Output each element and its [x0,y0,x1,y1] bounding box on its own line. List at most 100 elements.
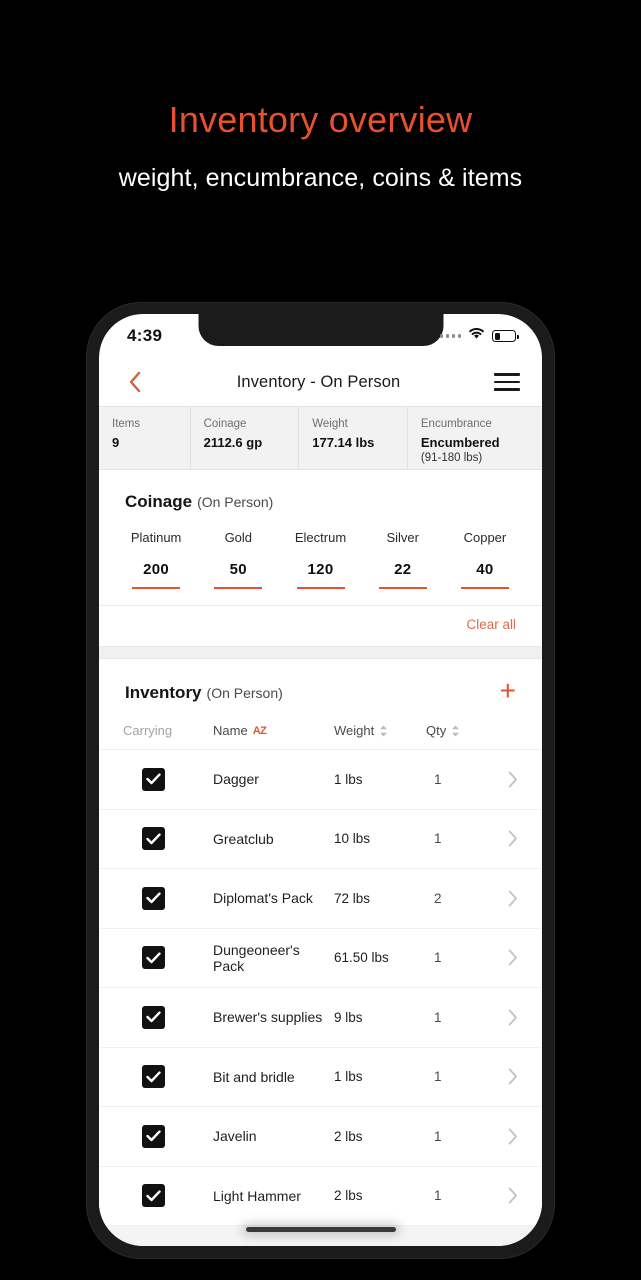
chevron-right-icon[interactable] [492,1187,518,1204]
inventory-scope: (On Person) [206,685,283,702]
sort-az-icon: AZ [252,724,267,737]
inventory-table: Dagger 1 lbs 1 Greatclub 10 lbs 1 Diplomat's P… [99,750,542,1227]
checkbox-checked-icon[interactable] [142,886,165,910]
item-qty: 1 [434,1188,442,1204]
item-name: Dagger [213,771,259,788]
item-weight: 2 lbs [334,1188,363,1204]
table-row[interactable]: Bit and bridle 1 lbs 1 [99,1047,542,1108]
item-name: Dungeoneer's Pack [213,941,300,974]
item-weight: 9 lbs [334,1009,363,1025]
column-header-name[interactable]: Name AZ [213,723,334,738]
chevron-right-icon[interactable] [492,1128,518,1145]
carrying-cell [123,827,213,851]
hamburger-menu-icon[interactable] [486,373,520,391]
chevron-left-icon[interactable] [117,365,151,399]
item-weight: 10 lbs [334,831,371,847]
input-underline [296,587,345,590]
inventory-header: Inventory (On Person) + [99,659,542,705]
column-header-carrying[interactable]: Carrying [123,723,213,738]
column-header-qty[interactable]: Qty [426,723,492,738]
input-underline [460,587,509,590]
item-name: Light Hammer [213,1187,301,1204]
battery-low-icon [492,330,519,342]
chevron-right-icon[interactable] [492,830,518,847]
carrying-cell [123,946,213,970]
table-row[interactable]: Dungeoneer's Pack 61.50 lbs 1 [99,928,542,989]
checkbox-checked-icon[interactable] [142,767,165,791]
coin-value: 120 [307,561,334,578]
chevron-right-icon[interactable] [492,1068,518,1085]
item-qty: 1 [434,771,442,787]
clear-all-button[interactable]: Clear all [466,617,516,632]
coin-value: 200 [143,561,170,578]
phone-screen: 4:39 Inventory - On Person Items 9 Coina… [99,314,542,1246]
coin-input-gold[interactable]: 50 [197,561,279,590]
promo-banner: Inventory overview weight, encumbrance, … [0,0,641,193]
summary-value: 177.14 lbs [312,434,375,450]
plus-icon[interactable]: + [500,677,516,705]
carrying-cell [123,886,213,910]
coin-header-gold: Gold [224,530,253,545]
coin-input-copper[interactable]: 40 [444,561,526,590]
item-weight: 2 lbs [334,1128,363,1144]
sort-updown-icon [379,725,388,737]
item-name: Bit and bridle [213,1068,295,1085]
checkbox-checked-icon[interactable] [142,827,165,851]
table-row[interactable]: Light Hammer 2 lbs 1 [99,1166,542,1227]
inventory-card: Inventory (On Person) + Carrying Name AZ… [99,659,542,1227]
content-scroll-area[interactable]: Coinage (On Person) Platinum Gold Electr… [99,470,542,1246]
table-row[interactable]: Diplomat's Pack 72 lbs 2 [99,869,542,929]
item-qty: 1 [434,831,442,847]
checkbox-checked-icon[interactable] [142,1124,165,1148]
coin-value: 50 [229,561,247,578]
coinage-title: Coinage [125,492,193,511]
summary-stats-bar: Items 9 Coinage 2112.6 gp Weight 177.14 … [99,406,542,470]
clear-all-row: Clear all [99,606,542,646]
carrying-cell [123,1124,213,1148]
coin-header-electrum: Electrum [294,530,347,545]
chevron-right-icon[interactable] [492,949,518,966]
page-title: Inventory - On Person [236,372,401,391]
coin-input-electrum[interactable]: 120 [279,561,361,590]
checkbox-checked-icon[interactable] [142,1065,165,1089]
inventory-title: Inventory [125,683,202,703]
table-row[interactable]: Javelin 2 lbs 1 [99,1107,542,1167]
coin-input-silver[interactable]: 22 [362,561,444,590]
input-underline [214,587,263,590]
summary-value: 9 [112,434,120,450]
item-weight: 1 lbs [334,1069,363,1085]
item-name: Greatclub [213,830,274,847]
table-row[interactable]: Dagger 1 lbs 1 [99,750,542,810]
item-qty: 1 [434,1128,442,1144]
status-bar: 4:39 [99,314,542,358]
card-separator [99,646,542,660]
item-qty: 1 [434,950,442,966]
summary-value: Encumbered [420,434,500,450]
home-indicator[interactable] [245,1227,396,1232]
checkbox-checked-icon[interactable] [142,1005,165,1029]
column-label: Name [213,723,248,739]
summary-value: 2112.6 gp [203,434,263,450]
checkbox-checked-icon[interactable] [142,946,165,970]
table-row[interactable]: Greatclub 10 lbs 1 [99,809,542,870]
wifi-icon [468,327,485,345]
coinage-scope: (On Person) [197,494,274,510]
input-underline [378,587,427,590]
chevron-right-icon[interactable] [492,890,518,907]
chevron-right-icon[interactable] [492,771,518,788]
item-name: Brewer's supplies [213,1009,323,1026]
carrying-cell [123,1065,213,1089]
item-qty: 2 [434,890,442,906]
item-weight: 72 lbs [334,890,371,906]
coin-input-platinum[interactable]: 200 [115,561,197,590]
coinage-inputs-row: 200 50 120 22 40 [99,561,542,590]
chevron-right-icon[interactable] [492,1009,518,1026]
table-row[interactable]: Brewer's supplies 9 lbs 1 [99,988,542,1048]
item-qty: 1 [434,1009,442,1025]
checkbox-checked-icon[interactable] [142,1184,165,1208]
inventory-column-headers: Carrying Name AZ Weight Qty [99,705,542,751]
column-header-weight[interactable]: Weight [334,723,426,738]
phone-mockup: 4:39 Inventory - On Person Items 9 Coina… [87,303,554,1258]
summary-label: Items [112,418,141,430]
column-label: Weight [334,723,375,739]
